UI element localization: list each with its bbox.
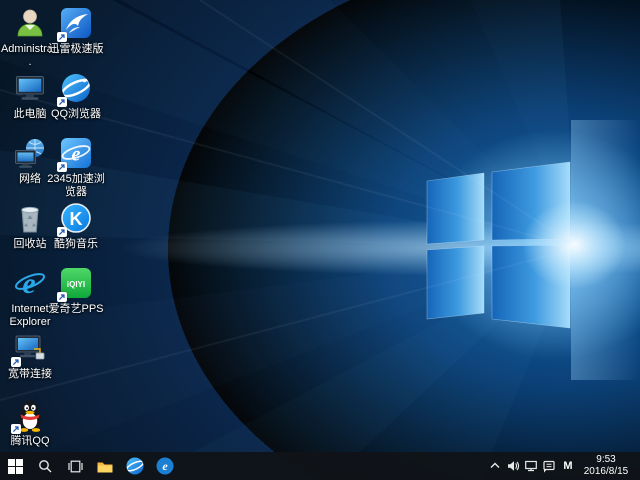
desktop-icon-2345-browser[interactable]: e 2345加速浏览器	[46, 136, 106, 198]
folder-icon	[97, 460, 113, 473]
icon-label: 宽带连接	[0, 368, 60, 381]
icon-label: 2345加速浏览器	[46, 173, 106, 198]
desktop-icon-qq-browser[interactable]: QQ浏览器	[46, 71, 106, 121]
shortcut-arrow-overlay	[11, 357, 21, 367]
search-icon	[38, 459, 52, 473]
system-tray: M 9:53 2016/8/15	[486, 452, 640, 480]
qq-browser-icon	[126, 457, 144, 475]
broadband-monitor-icon	[13, 331, 47, 365]
edge-browser-icon: e	[156, 457, 174, 475]
desktop-icon-broadband-connection[interactable]: 宽带连接	[0, 331, 60, 381]
shortcut-arrow-overlay	[57, 97, 67, 107]
desktop-icon-iqiyi-pps[interactable]: iQIYI 爱奇艺PPS	[46, 266, 106, 316]
icon-label: 酷狗音乐	[46, 238, 106, 251]
user-files-icon	[13, 6, 47, 40]
kugou-k-icon: K	[59, 201, 93, 235]
network-globe-icon	[13, 136, 47, 170]
qq-browser-taskbar-button[interactable]	[120, 452, 150, 480]
chevron-up-icon	[489, 460, 501, 472]
taskbar-empty-area[interactable]	[180, 452, 486, 480]
shortcut-arrow-overlay	[57, 32, 67, 42]
windows-desktop: Administra... 迅雷极速版	[0, 0, 640, 480]
iqiyi-tile-icon: iQIYI	[59, 266, 93, 300]
task-view-button[interactable]	[60, 452, 90, 480]
shortcut-arrow-overlay	[57, 162, 67, 172]
clock-time: 9:53	[596, 454, 615, 466]
icon-label: 爱奇艺PPS	[46, 303, 106, 316]
qq-penguin-icon	[13, 398, 47, 432]
icon-label: 腾讯QQ	[0, 435, 60, 448]
desktop-icon-kugou-music[interactable]: K 酷狗音乐	[46, 201, 106, 251]
computer-monitor-icon	[13, 71, 47, 105]
ie-e-icon: e	[13, 266, 47, 300]
search-button[interactable]	[30, 452, 60, 480]
network-wired-icon	[524, 459, 538, 473]
recycle-bin-icon	[13, 201, 47, 235]
desktop-icon-tencent-qq[interactable]: 腾讯QQ	[0, 398, 60, 448]
qq-browser-planet-icon	[59, 71, 93, 105]
start-button[interactable]	[0, 452, 30, 480]
icon-label: QQ浏览器	[46, 108, 106, 121]
shortcut-arrow-overlay	[57, 227, 67, 237]
windows-logo-icon	[8, 459, 23, 474]
svg-text:e: e	[162, 459, 168, 473]
hidden-icons-button[interactable]	[486, 452, 504, 480]
svg-text:e: e	[22, 267, 35, 300]
network-button[interactable]	[522, 452, 540, 480]
2345-browser-e-icon: e	[59, 136, 93, 170]
taskbar: e	[0, 452, 640, 480]
desktop-icon-xunlei-thunder[interactable]: 迅雷极速版	[46, 6, 106, 56]
xunlei-bird-icon	[59, 6, 93, 40]
volume-button[interactable]	[504, 452, 522, 480]
svg-text:K: K	[70, 209, 83, 229]
shortcut-arrow-overlay	[11, 424, 21, 434]
speaker-icon	[506, 459, 520, 473]
edge-browser-taskbar-button[interactable]: e	[150, 452, 180, 480]
taskbar-clock[interactable]: 9:53 2016/8/15	[578, 452, 634, 480]
task-view-icon	[68, 459, 83, 474]
action-center-icon	[542, 459, 556, 473]
ime-indicator[interactable]: M	[558, 452, 578, 480]
action-center-button[interactable]	[540, 452, 558, 480]
file-explorer-button[interactable]	[90, 452, 120, 480]
iqiyi-tile-text: iQIYI	[67, 280, 85, 289]
shortcut-arrow-overlay	[57, 292, 67, 302]
clock-date: 2016/8/15	[584, 466, 629, 478]
icon-label: 迅雷极速版	[46, 43, 106, 56]
